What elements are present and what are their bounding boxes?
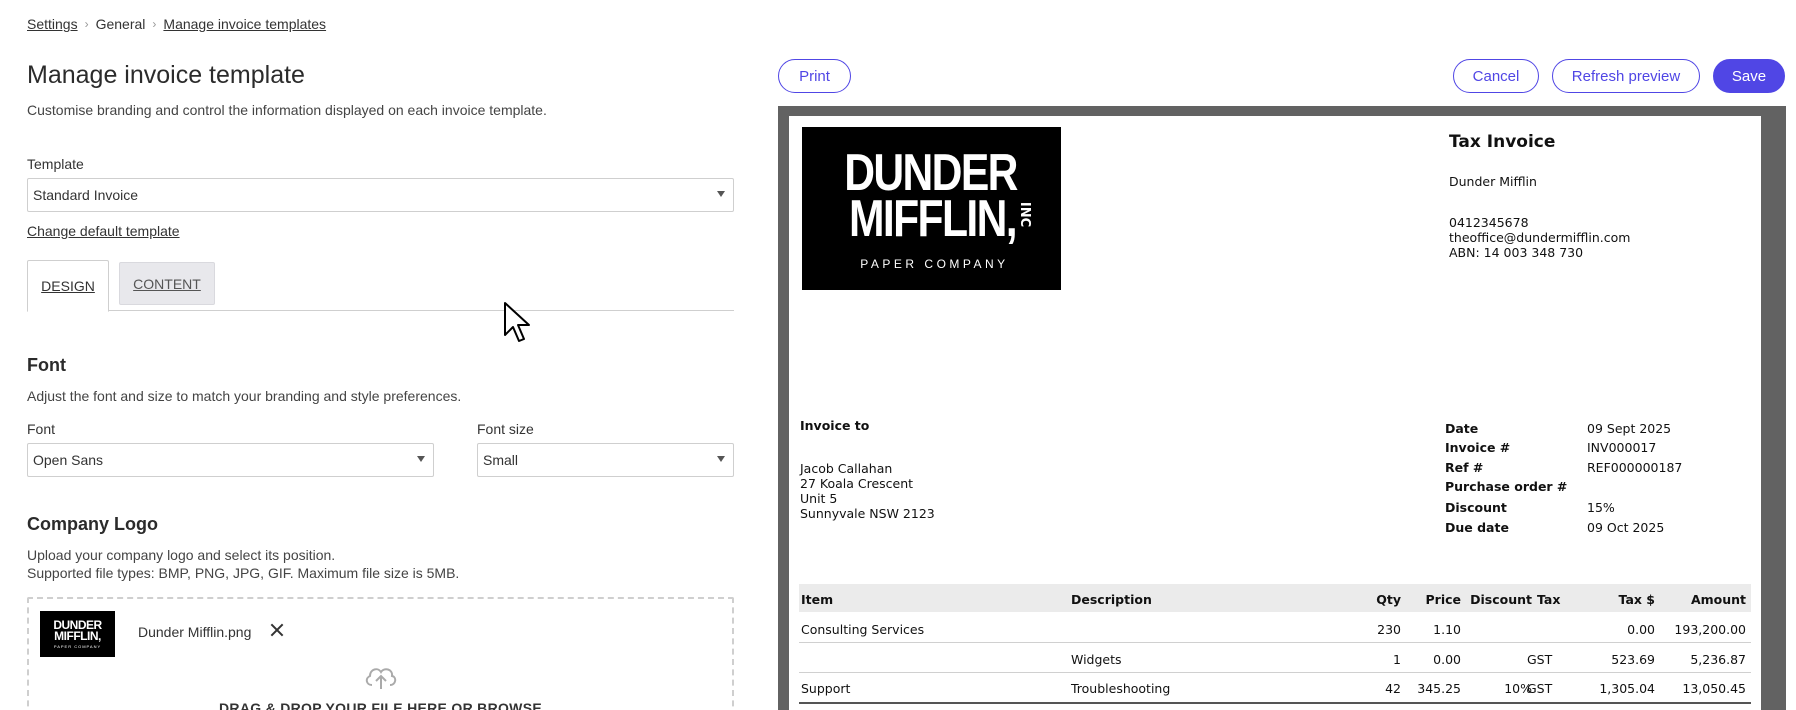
caret-down-icon bbox=[717, 456, 725, 462]
refresh-preview-button[interactable]: Refresh preview bbox=[1552, 59, 1700, 93]
meta-key: Invoice # bbox=[1445, 440, 1511, 455]
font-size-select-value: Small bbox=[483, 452, 519, 468]
table-row: Support Troubleshooting 42 345.25 10% GS… bbox=[799, 673, 1751, 702]
logo-dropzone[interactable]: DUNDER MIFFLIN, PAPER COMPANY Dunder Mif… bbox=[27, 597, 734, 710]
cell-description: Troubleshooting bbox=[1071, 681, 1171, 696]
logo-line2: MIFFLIN, bbox=[849, 190, 1018, 248]
font-size-label: Font size bbox=[477, 421, 534, 437]
customer-name: Jacob Callahan bbox=[800, 461, 893, 476]
meta-key: Date bbox=[1445, 421, 1479, 436]
cell-price: 345.25 bbox=[1417, 681, 1461, 696]
column-tax-amount: Tax $ bbox=[1618, 592, 1655, 607]
column-description: Description bbox=[1071, 592, 1152, 607]
customer-address-line1: 27 Koala Crescent bbox=[800, 476, 914, 491]
close-icon[interactable] bbox=[269, 622, 285, 638]
table-bottom-rule bbox=[799, 702, 1751, 704]
meta-value: 09 Sept 2025 bbox=[1587, 421, 1672, 436]
cell-amount: 13,050.45 bbox=[1682, 681, 1746, 696]
cell-amount: 5,236.87 bbox=[1690, 652, 1746, 667]
cell-item: Consulting Services bbox=[801, 622, 925, 637]
invoice-to-label: Invoice to bbox=[800, 418, 870, 433]
caret-down-icon bbox=[717, 191, 725, 197]
logo-thumbnail-tagline: PAPER COMPANY bbox=[53, 643, 102, 649]
invoice-abn: ABN: 14 003 348 730 bbox=[1449, 245, 1584, 260]
font-section-description: Adjust the font and size to match your b… bbox=[27, 388, 462, 404]
cell-qty: 230 bbox=[1377, 622, 1401, 637]
meta-value: INV000017 bbox=[1587, 440, 1657, 455]
cell-tax-amount: 523.69 bbox=[1611, 652, 1655, 667]
tab-design[interactable]: DESIGN bbox=[27, 260, 109, 312]
logo-file-types: Supported file types: BMP, PNG, JPG, GIF… bbox=[27, 565, 460, 581]
column-price: Price bbox=[1425, 592, 1462, 607]
meta-value: REF000000187 bbox=[1587, 460, 1683, 475]
cell-price: 1.10 bbox=[1433, 622, 1461, 637]
caret-down-icon bbox=[417, 456, 425, 462]
table-row: Consulting Services 230 1.10 0.00 193,20… bbox=[799, 614, 1751, 643]
template-select[interactable]: Standard Invoice bbox=[27, 178, 734, 212]
cell-item: Support bbox=[801, 681, 851, 696]
page-title: Manage invoice template bbox=[27, 61, 305, 89]
invoice-company: Dunder Mifflin bbox=[1449, 174, 1537, 189]
company-logo: DUNDER MIFFLIN, INC PAPER COMPANY bbox=[802, 127, 1061, 290]
font-size-select[interactable]: Small bbox=[477, 443, 734, 477]
meta-key: Purchase order # bbox=[1445, 479, 1568, 494]
logo-section-title: Company Logo bbox=[27, 514, 158, 534]
cell-description: Widgets bbox=[1071, 652, 1122, 667]
logo-thumbnail: DUNDER MIFFLIN, PAPER COMPANY bbox=[40, 611, 115, 657]
mouse-cursor-icon bbox=[504, 302, 530, 342]
font-section-title: Font bbox=[27, 355, 66, 375]
page-subtitle: Customise branding and control the infor… bbox=[27, 102, 547, 118]
invoice-email: theoffice@dundermifflin.com bbox=[1449, 230, 1631, 245]
logo-inc: INC bbox=[1017, 201, 1033, 228]
cell-price: 0.00 bbox=[1433, 652, 1461, 667]
cell-tax-amount: 0.00 bbox=[1627, 622, 1655, 637]
customer-address-line2: Unit 5 bbox=[800, 491, 838, 506]
invoice-preview: DUNDER MIFFLIN, INC PAPER COMPANY Tax In… bbox=[778, 106, 1786, 710]
cancel-button[interactable]: Cancel bbox=[1453, 59, 1539, 93]
template-label: Template bbox=[27, 156, 84, 172]
cell-amount: 193,200.00 bbox=[1674, 622, 1746, 637]
logo-thumbnail-line2: MIFFLIN, bbox=[54, 628, 101, 643]
meta-key: Discount bbox=[1445, 500, 1507, 515]
customer-address-line3: Sunnyvale NSW 2123 bbox=[800, 506, 935, 521]
template-select-value: Standard Invoice bbox=[33, 187, 139, 203]
meta-value: 09 Oct 2025 bbox=[1587, 520, 1665, 535]
settings-panel: Manage invoice template Customise brandi… bbox=[27, 0, 734, 710]
logo-filename: Dunder Mifflin.png bbox=[138, 624, 252, 640]
tab-content[interactable]: CONTENT bbox=[119, 262, 215, 305]
font-select-value: Open Sans bbox=[33, 452, 104, 468]
save-button[interactable]: Save bbox=[1713, 59, 1785, 93]
font-label: Font bbox=[27, 421, 56, 437]
column-amount: Amount bbox=[1690, 592, 1746, 607]
column-qty: Qty bbox=[1376, 592, 1401, 607]
logo-tagline: PAPER COMPANY bbox=[860, 257, 1009, 271]
cell-tax-amount: 1,305.04 bbox=[1599, 681, 1655, 696]
font-select[interactable]: Open Sans bbox=[27, 443, 434, 477]
print-button[interactable]: Print bbox=[778, 59, 851, 93]
dropzone-text: DRAG & DROP YOUR FILE HERE OR BROWSE bbox=[219, 700, 542, 710]
cell-tax: GST bbox=[1527, 652, 1553, 667]
table-row: Widgets 1 0.00 GST 523.69 5,236.87 bbox=[799, 644, 1751, 673]
logo-section-description: Upload your company logo and select its … bbox=[27, 547, 336, 563]
column-tax: Tax bbox=[1537, 592, 1561, 607]
cell-qty: 42 bbox=[1385, 681, 1401, 696]
column-item: Item bbox=[801, 592, 834, 607]
invoice-phone: 0412345678 bbox=[1449, 215, 1529, 230]
column-discount: Discount bbox=[1470, 592, 1532, 607]
cell-tax: GST bbox=[1527, 681, 1553, 696]
meta-key: Ref # bbox=[1445, 460, 1484, 475]
table-header: Item Description Qty Price Discount Tax … bbox=[799, 584, 1751, 612]
cell-qty: 1 bbox=[1393, 652, 1401, 667]
invoice-title: Tax Invoice bbox=[1449, 132, 1556, 152]
change-default-template-link[interactable]: Change default template bbox=[27, 223, 180, 239]
meta-key: Due date bbox=[1445, 520, 1509, 535]
tab-bar: DESIGN CONTENT bbox=[27, 260, 734, 312]
meta-value: 15% bbox=[1587, 500, 1615, 515]
cloud-upload-icon bbox=[365, 668, 397, 689]
invoice-page: DUNDER MIFFLIN, INC PAPER COMPANY Tax In… bbox=[789, 116, 1761, 710]
